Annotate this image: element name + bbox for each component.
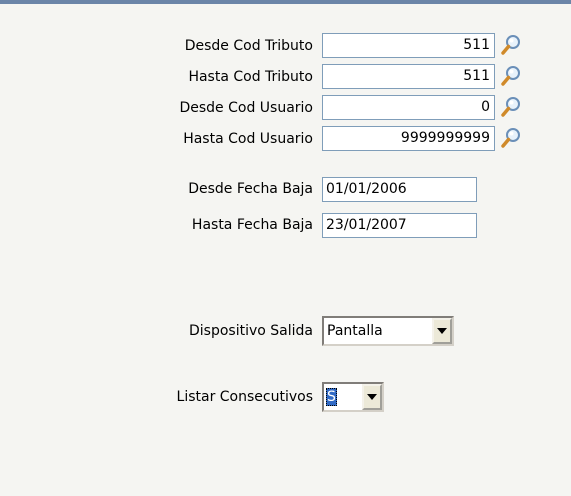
desde-fecha-baja-label: Desde Fecha Baja — [188, 181, 313, 197]
dispositivo-salida-value: Pantalla — [327, 323, 383, 339]
dispositivo-salida-select[interactable]: Pantalla — [322, 316, 454, 346]
hasta-cod-tributo-input[interactable]: 511 — [322, 64, 495, 89]
listar-consecutivos-value-wrapper: S — [324, 384, 362, 410]
desde-cod-tributo-input[interactable]: 511 — [322, 33, 495, 58]
hasta-cod-tributo-label: Hasta Cod Tributo — [188, 69, 313, 85]
magnifier-icon[interactable] — [499, 64, 525, 88]
hasta-cod-usuario-input[interactable]: 9999999999 — [322, 126, 495, 151]
desde-cod-tributo-label: Desde Cod Tributo — [184, 38, 313, 54]
chevron-down-icon[interactable] — [362, 384, 382, 410]
chevron-down-icon[interactable] — [432, 318, 452, 344]
desde-cod-usuario-input[interactable]: 0 — [322, 95, 495, 120]
magnifier-icon[interactable] — [499, 95, 525, 119]
listar-consecutivos-label: Listar Consecutivos — [176, 389, 313, 405]
listar-consecutivos-select[interactable]: S — [322, 382, 384, 412]
listar-consecutivos-value: S — [326, 388, 337, 406]
desde-fecha-baja-input[interactable]: 01/01/2006 — [322, 177, 477, 202]
hasta-fecha-baja-input[interactable]: 23/01/2007 — [322, 213, 477, 238]
dispositivo-salida-label: Dispositivo Salida — [189, 323, 313, 339]
magnifier-icon[interactable] — [499, 126, 525, 150]
hasta-cod-usuario-label: Hasta Cod Usuario — [183, 131, 313, 147]
desde-cod-usuario-label: Desde Cod Usuario — [179, 100, 313, 116]
magnifier-icon[interactable] — [499, 33, 525, 57]
window-top-border — [0, 0, 571, 4]
hasta-fecha-baja-label: Hasta Fecha Baja — [191, 217, 313, 233]
